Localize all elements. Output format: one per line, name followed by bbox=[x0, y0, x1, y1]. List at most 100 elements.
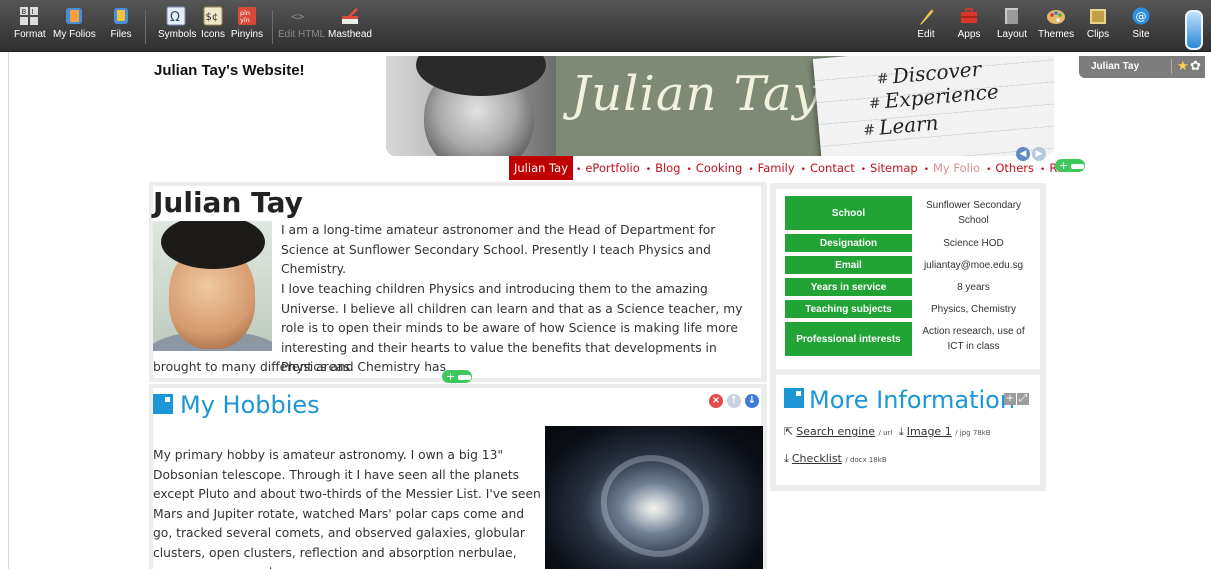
nav-bullet: • bbox=[576, 165, 582, 175]
link-meta: / url bbox=[878, 429, 893, 437]
info-row: Email juliantay@moe.edu.sg bbox=[784, 255, 1034, 275]
info-row: Years in service 8 years bbox=[784, 277, 1034, 297]
site-title: Julian Tay's Website! bbox=[154, 62, 305, 79]
masthead-name: Julian Tay bbox=[571, 66, 821, 122]
themes-button[interactable]: Themes bbox=[1038, 6, 1074, 50]
link-search-engine[interactable]: Search engine bbox=[796, 425, 875, 438]
nav-item-cooking[interactable]: Cooking bbox=[693, 156, 746, 180]
files-icon bbox=[114, 8, 128, 24]
nav-item-my-folio[interactable]: My Folio bbox=[930, 156, 983, 180]
nav-bullet: • bbox=[686, 165, 692, 175]
galaxy-image bbox=[545, 426, 763, 569]
svg-text:I: I bbox=[32, 8, 34, 16]
svg-text:yīn: yīn bbox=[240, 16, 250, 24]
format-button[interactable]: B I Format bbox=[14, 6, 46, 50]
icons-label: Icons bbox=[201, 29, 225, 40]
links-row-1: ⇱ Search engine / url ⤓ Image 1 / jpg 78kB bbox=[784, 425, 991, 439]
masthead-label: Masthead bbox=[328, 29, 372, 40]
nav-item-julian-tay[interactable]: Julian Tay bbox=[509, 156, 574, 180]
resize-icon[interactable]: ⤢ bbox=[1017, 393, 1029, 405]
intro-paragraph-3: brought to many different areas. bbox=[153, 360, 354, 374]
svg-text:@: @ bbox=[1136, 10, 1147, 23]
masthead-icon bbox=[342, 8, 358, 24]
info-row: School Sunflower Secondary School bbox=[784, 195, 1034, 231]
symbols-icon: Ω bbox=[166, 6, 186, 26]
format-icon: B I bbox=[20, 7, 38, 25]
site-label: Site bbox=[1132, 29, 1150, 40]
masthead-banner[interactable]: Julian Tay # Discover # Experience # Lea… bbox=[386, 56, 1054, 156]
badge-divider bbox=[1171, 59, 1172, 74]
link-checklist[interactable]: Checklist bbox=[792, 452, 842, 465]
edit-html-button[interactable]: <> Edit HTML bbox=[278, 6, 326, 50]
folio-badge-name[interactable]: Julian Tay bbox=[1091, 61, 1139, 72]
nav-item-sitemap[interactable]: Sitemap bbox=[867, 156, 921, 180]
pencil-icon bbox=[920, 9, 934, 25]
toolbar-scroll-handle[interactable] bbox=[1185, 10, 1203, 50]
profile-photo bbox=[153, 221, 272, 351]
nav-item-eportfolio[interactable]: ePortfolio bbox=[582, 156, 642, 180]
info-row: Professional interests Action research, u… bbox=[784, 321, 1034, 357]
masthead-hash: # bbox=[876, 70, 890, 88]
themes-label: Themes bbox=[1038, 29, 1075, 40]
symbols-button[interactable]: Ω Symbols bbox=[158, 6, 196, 50]
info-key: Email bbox=[784, 255, 913, 275]
info-key: Teaching subjects bbox=[784, 299, 913, 319]
icons-button[interactable]: $¢ Icons bbox=[199, 6, 227, 50]
edit-button[interactable]: Edit bbox=[914, 6, 938, 50]
download-icon: ⤓ bbox=[898, 425, 904, 438]
folio-badge: Julian Tay ★ ✿ bbox=[1079, 56, 1205, 78]
links-row-2: ⤓ Checklist / docx 18kB bbox=[784, 452, 887, 466]
link-image-1[interactable]: Image 1 bbox=[907, 425, 952, 438]
site-button[interactable]: @ Site bbox=[1129, 6, 1153, 50]
info-value: Sunflower Secondary School bbox=[925, 200, 1022, 226]
my-folios-button[interactable]: My Folios bbox=[53, 6, 96, 50]
site-icon: @ bbox=[1132, 7, 1150, 25]
nav-item-blog[interactable]: Blog bbox=[652, 156, 683, 180]
masthead-photo bbox=[386, 56, 556, 156]
masthead-hash: # bbox=[862, 122, 876, 139]
more-info-tools: + ⤢ bbox=[1004, 386, 1030, 405]
clips-label: Clips bbox=[1086, 29, 1110, 40]
nav-item-others[interactable]: Others bbox=[992, 156, 1037, 180]
nav-bullet: • bbox=[986, 165, 992, 175]
layout-button[interactable]: Layout bbox=[995, 6, 1029, 50]
pinyins-button[interactable]: pīn yīn Pinyins bbox=[230, 6, 264, 50]
files-button[interactable]: Files bbox=[108, 6, 134, 50]
move-down-icon[interactable]: ↓ bbox=[745, 394, 759, 408]
masthead-word-learn: Learn bbox=[878, 110, 940, 140]
layout-label: Layout bbox=[996, 29, 1028, 40]
galaxy-arm bbox=[584, 437, 726, 569]
info-value: Physics, Chemistry bbox=[930, 303, 1016, 315]
add-icon[interactable]: + bbox=[1004, 393, 1016, 405]
move-up-icon[interactable]: ↑ bbox=[727, 394, 741, 408]
nav-bullet: • bbox=[1040, 165, 1046, 175]
site-nav: Julian Tay • ePortfolio • Blog • Cooking • Famil… bbox=[509, 156, 1075, 180]
svg-text:Ω: Ω bbox=[170, 10, 180, 25]
nav-item-family[interactable]: Family bbox=[755, 156, 798, 180]
profile-hair bbox=[161, 221, 265, 269]
toolbox-icon bbox=[961, 8, 977, 23]
info-key: Designation bbox=[784, 233, 913, 253]
more-info-title: More Information bbox=[809, 386, 1016, 414]
info-row: Teaching subjects Physics, Chemistry bbox=[784, 299, 1034, 319]
delete-icon[interactable]: × bbox=[709, 394, 723, 408]
layout-icon bbox=[1005, 8, 1018, 24]
editor-toolbar: B I Format My Folios Files Ω Symbols $¢ … bbox=[0, 0, 1211, 52]
gear-icon[interactable]: ✿ bbox=[1190, 58, 1201, 74]
nav-item-contact[interactable]: Contact bbox=[807, 156, 858, 180]
hobbies-title: My Hobbies bbox=[180, 391, 320, 419]
masthead-button[interactable]: Masthead bbox=[326, 6, 374, 50]
nav-bullet: • bbox=[860, 165, 867, 175]
apps-button[interactable]: Apps bbox=[954, 6, 984, 50]
info-key: School bbox=[784, 195, 913, 231]
clips-button[interactable]: Clips bbox=[1086, 6, 1110, 50]
edit-html-label: Edit HTML bbox=[278, 29, 326, 40]
toolbar-divider bbox=[272, 10, 273, 44]
nav-bullet: • bbox=[748, 165, 754, 175]
add-page-button[interactable]: + bbox=[1055, 159, 1085, 172]
info-table: School Sunflower Secondary School Designat… bbox=[784, 193, 1034, 359]
add-block-button[interactable]: + bbox=[442, 370, 472, 383]
star-icon[interactable]: ★ bbox=[1177, 58, 1189, 74]
hobbies-title-icon bbox=[153, 394, 173, 414]
external-link-icon: ⇱ bbox=[784, 425, 794, 438]
